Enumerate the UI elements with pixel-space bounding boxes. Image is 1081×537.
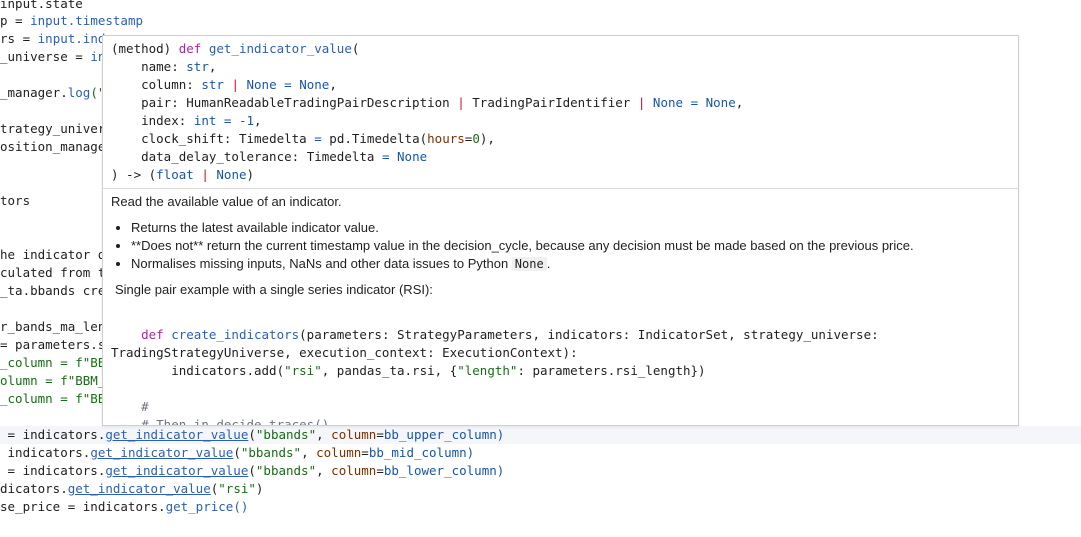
code-line: rs = input.ind [0,31,106,46]
code-line: osition_manage [0,139,106,154]
get-indicator-value-link[interactable]: get_indicator_value [68,481,211,496]
doc-bullet: Normalises missing inputs, NaNs and othe… [131,255,1011,273]
doc-bullet: Returns the latest available indicator v… [131,219,1011,237]
code-line: se_price = indicators.get_price() [0,499,249,514]
doc-example-title: Single pair example with a single series… [115,282,433,297]
code-line: dicators.get_indicator_value("rsi") [0,481,264,496]
code-line: indicators.get_indicator_value("bbands",… [0,445,475,460]
doc-code-example: def create_indicators(parameters: Strate… [111,327,879,426]
hover-documentation-popup[interactable]: (method) def get_indicator_value( name: … [102,35,1019,426]
code-line: olumn = f"BBM_ [0,373,106,388]
doc-summary: Read the available value of an indicator… [111,194,342,209]
code-line-current: = indicators.get_indicator_value("bbands… [0,426,1081,444]
code-line: _manager.log(" [0,85,106,100]
code-line: _column = f"BB [0,355,106,370]
code-line: = parameters.s [0,337,106,352]
docstring: Read the available value of an indicator… [111,193,1011,299]
code-line: = indicators.get_indicator_value("bbands… [0,463,505,478]
code-line: p = input.timestamp [0,13,143,28]
doc-bullet: **Does not** return the current timestam… [131,237,1011,255]
code-line: r_bands_ma_len [0,319,106,334]
get-indicator-value-link[interactable]: get_indicator_value [105,463,248,478]
code-line: _column = f"BB [0,391,106,406]
doc-bullet-list: Returns the latest available indicator v… [111,219,1011,273]
get-price-link[interactable]: get_price [166,499,234,514]
code-line: trategy_univer [0,121,106,136]
method-signature: (method) def get_indicator_value( name: … [111,41,744,182]
get-indicator-value-link[interactable]: get_indicator_value [105,427,248,442]
get-indicator-value-link[interactable]: get_indicator_value [90,445,233,460]
code-line: culated from t [0,265,106,280]
code-line: _ta.bbands cre [0,283,106,298]
code-line: _universe = in [0,49,106,64]
code-line: he indicator d [0,247,106,262]
code-line: tors [0,193,31,208]
popup-divider [103,188,1018,189]
